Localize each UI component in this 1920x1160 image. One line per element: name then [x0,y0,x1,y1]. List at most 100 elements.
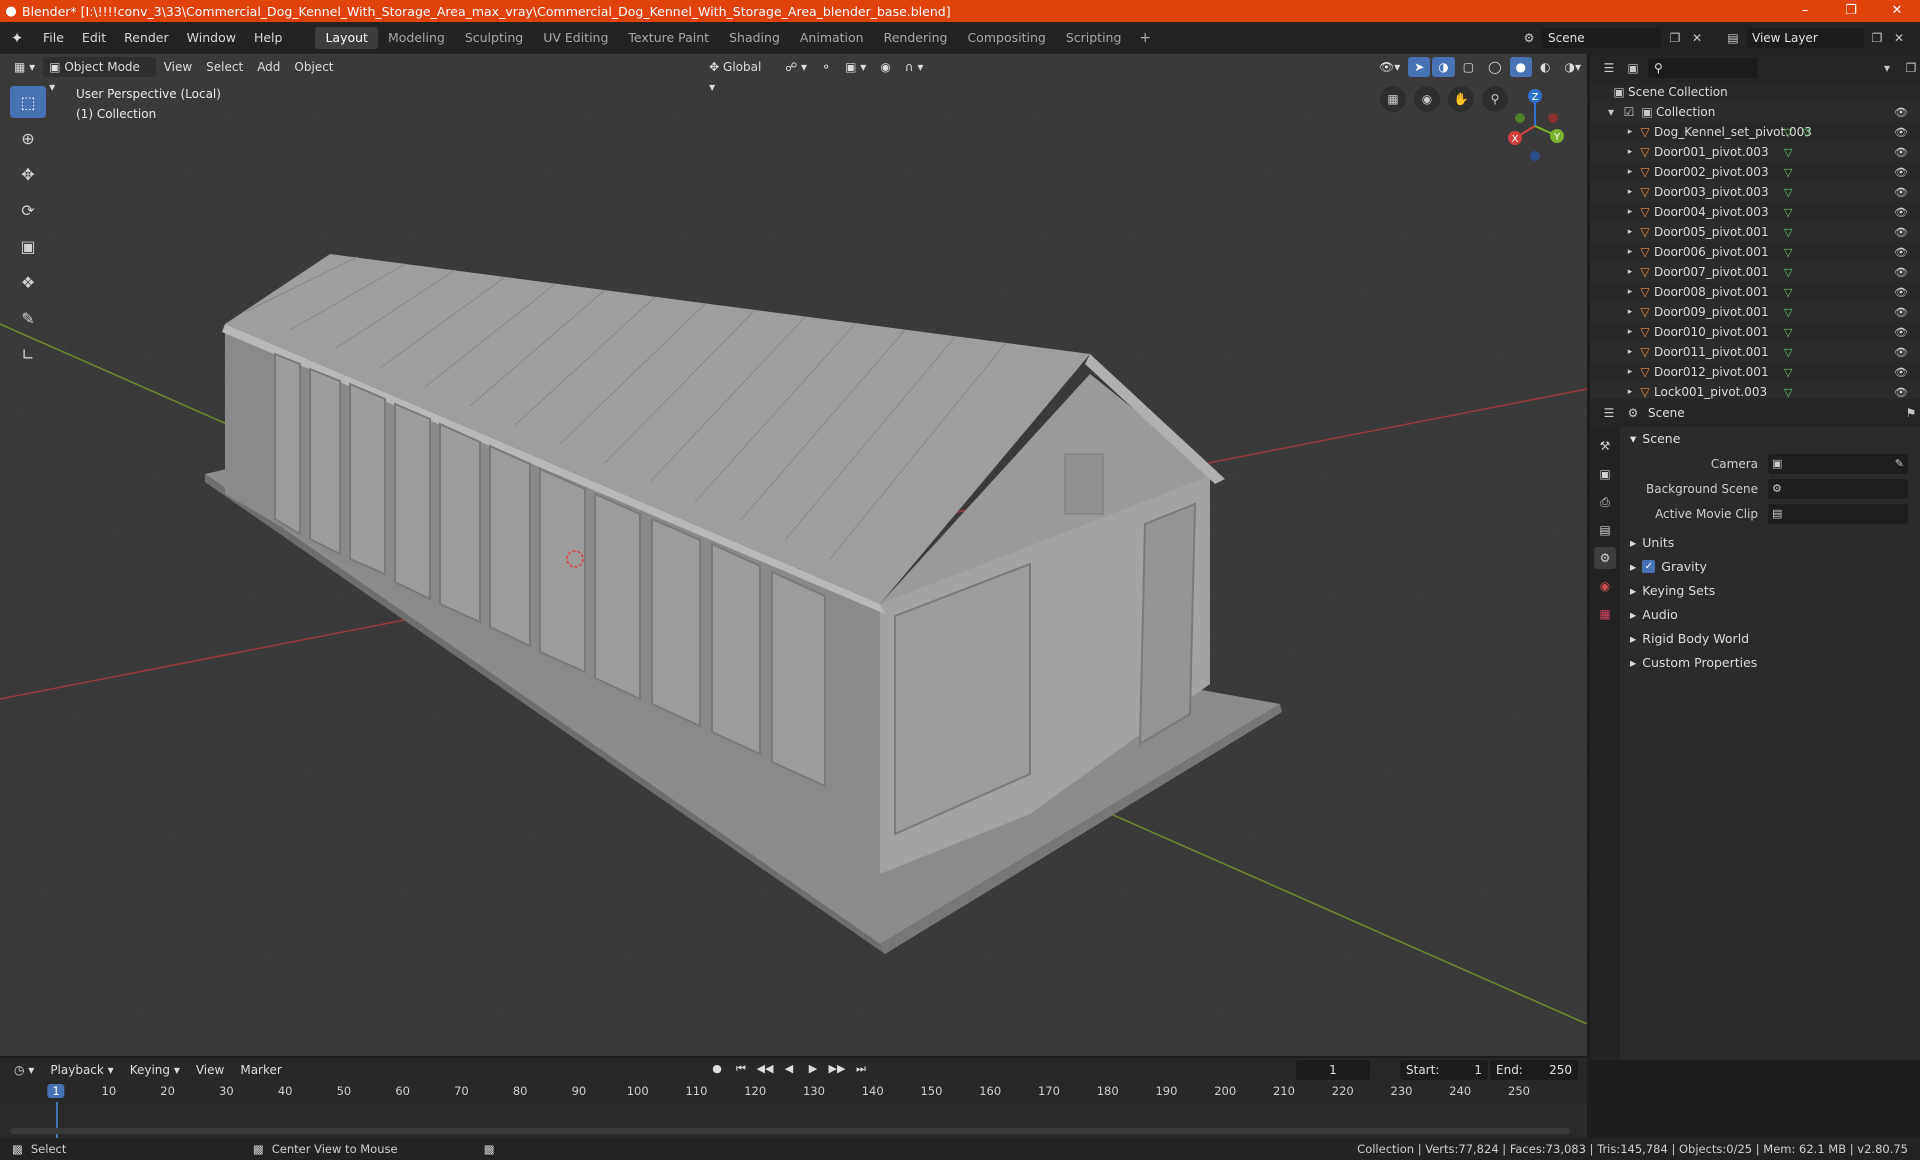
delete-view-layer-icon[interactable]: ✕ [1890,29,1908,47]
menu-help[interactable]: Help [245,22,292,54]
rigid-body-world-panel[interactable]: ▸ Rigid Body World [1620,626,1920,650]
object-visibility-icon[interactable]: 👁 [1894,346,1908,359]
cursor-tool-icon[interactable]: ⊕ [10,122,46,154]
mesh-data-icon[interactable]: ▽ [1784,346,1792,359]
expand-object-icon[interactable]: ▸ [1624,203,1636,221]
minimize-button[interactable]: – [1782,0,1828,22]
view-layer-field[interactable]: View Layer [1746,28,1864,48]
close-button[interactable]: ✕ [1874,0,1920,22]
outliner-object-row[interactable]: ▸ ▽ Door007_pivot.001 ▽ 👁 [1590,262,1920,282]
outliner-object-row[interactable]: ▸ ▽ Door008_pivot.001 ▽ 👁 [1590,282,1920,302]
menu-window[interactable]: Window [178,22,245,54]
expand-object-icon[interactable]: ▸ [1624,223,1636,241]
editor-type-icon[interactable]: ▦ ▾ [8,57,41,77]
viewport-menu-view[interactable]: View [158,57,198,77]
mesh-data-icon[interactable]: ▽ [1784,186,1792,199]
scene-panel-header[interactable]: ▾ Scene [1620,427,1920,451]
tool-tab-icon[interactable]: ⚒ [1594,435,1616,457]
new-view-layer-icon[interactable]: ❐ [1868,29,1886,47]
object-visibility-icon[interactable]: 👁 [1894,166,1908,179]
end-frame-field[interactable]: End: 250 [1490,1060,1578,1080]
object-visibility-icon[interactable]: 👁 [1894,206,1908,219]
scene-tab-icon[interactable]: ⚙ [1594,547,1616,569]
axis-gizmo[interactable]: Z X Y [1495,86,1575,166]
world-tab-icon[interactable]: ◉ [1594,575,1616,597]
outliner-object-row[interactable]: ▸ ▽ Dog_Kennel_set_pivot.003 ▽ ▽ 👁 [1590,122,1920,142]
expand-object-icon[interactable]: ▸ [1624,283,1636,301]
mesh-data-icon[interactable]: ▽ [1784,166,1792,179]
visibility-icon[interactable]: 👁▾ [1373,57,1406,77]
render-tab-icon[interactable]: ▣ [1594,463,1616,485]
output-tab-icon[interactable]: ⎙ [1594,491,1616,513]
expand-object-icon[interactable]: ▸ [1624,183,1636,201]
start-frame-field[interactable]: Start: 1 [1400,1060,1488,1080]
wireframe-shading-icon[interactable]: ◯ [1482,57,1507,77]
collection-visibility-icon[interactable]: 👁 [1894,106,1908,119]
mesh-data-icon[interactable]: ▽ [1802,126,1810,139]
next-keyframe-icon[interactable]: ▶▶ [828,1060,846,1078]
gizmo-toggle-icon[interactable]: ➤ [1408,57,1431,77]
toggle-perspective-icon[interactable]: ▦ [1380,86,1406,112]
prev-keyframe-icon[interactable]: ◀◀ [756,1060,774,1078]
expand-object-icon[interactable]: ▸ [1624,123,1636,141]
transform-orientation-dropdown[interactable]: ✥ Global ▾ [703,57,777,94]
object-visibility-icon[interactable]: 👁 [1894,286,1908,299]
outliner-search-input[interactable]: ⚲ [1648,58,1758,78]
camera-view-icon[interactable]: ◉ [1414,86,1440,112]
view-layer-tab-icon[interactable]: ▤ [1594,519,1616,541]
mesh-data-icon[interactable]: ▽ [1784,306,1792,319]
pan-view-icon[interactable]: ✋ [1448,86,1474,112]
tab-scripting[interactable]: Scripting [1056,27,1132,49]
timeline-menu-playback[interactable]: Playback ▾ [44,1060,119,1080]
outliner-editor-icon[interactable]: ☰ [1600,59,1618,77]
viewport-menu-select[interactable]: Select [200,57,249,77]
audio-panel[interactable]: ▸ Audio [1620,602,1920,626]
expand-object-icon[interactable]: ▸ [1624,163,1636,181]
tab-uv-editing[interactable]: UV Editing [533,27,618,49]
mesh-data-icon[interactable]: ▽ [1784,226,1792,239]
expand-object-icon[interactable]: ▸ [1624,143,1636,161]
object-visibility-icon[interactable]: 👁 [1894,366,1908,379]
menu-edit[interactable]: Edit [73,22,115,54]
mesh-data-icon[interactable]: ▽ [1784,146,1792,159]
transform-tool-icon[interactable]: ❖ [10,266,46,298]
tab-texture-paint[interactable]: Texture Paint [618,27,719,49]
outliner-object-row[interactable]: ▸ ▽ Door005_pivot.001 ▽ 👁 [1590,222,1920,242]
mesh-data-icon[interactable]: ▽ [1784,126,1792,139]
xray-icon[interactable]: ▢ [1457,57,1480,77]
keying-sets-panel[interactable]: ▸ Keying Sets [1620,578,1920,602]
annotate-tool-icon[interactable]: ✎ [10,302,46,334]
tab-modeling[interactable]: Modeling [378,27,455,49]
eyedropper-icon[interactable]: ✎ [1895,457,1908,470]
delete-scene-icon[interactable]: ✕ [1688,29,1706,47]
expand-object-icon[interactable]: ▸ [1624,243,1636,261]
view-layer-icon[interactable]: ▤ [1724,29,1742,47]
display-mode-icon[interactable]: ▣ [1624,59,1642,77]
pin-icon[interactable]: ⚑ [1902,404,1920,422]
3d-viewport[interactable]: ▦ ▾ ▣ Object Mode ▾ View Select Add Obje… [0,54,1587,1056]
pivot-point-icon[interactable]: ☍ ▾ [779,57,813,77]
mesh-data-icon[interactable]: ▽ [1784,246,1792,259]
gravity-checkbox[interactable]: ✓ [1642,559,1656,573]
mesh-data-icon[interactable]: ▽ [1784,366,1792,379]
outliner-object-row[interactable]: ▸ ▽ Door004_pivot.003 ▽ 👁 [1590,202,1920,222]
tab-sculpting[interactable]: Sculpting [455,27,533,49]
move-tool-icon[interactable]: ✥ [10,158,46,190]
menu-render[interactable]: Render [115,22,178,54]
expand-object-icon[interactable]: ▸ [1624,343,1636,361]
mesh-data-icon[interactable]: ▽ [1784,386,1792,399]
timeline-scrollbar[interactable] [10,1128,1570,1134]
camera-field[interactable]: ▣ ✎ [1768,453,1908,474]
tab-layout[interactable]: Layout [315,27,378,49]
mesh-data-icon[interactable]: ▽ [1784,206,1792,219]
outliner-object-row[interactable]: ▸ ▽ Door011_pivot.001 ▽ 👁 [1590,342,1920,362]
viewport-menu-object[interactable]: Object [288,57,339,77]
custom-properties-panel[interactable]: ▸ Custom Properties [1620,650,1920,674]
properties-editor-icon[interactable]: ☰ [1600,404,1618,422]
viewport-scene[interactable] [0,54,1587,1056]
rendered-shading-icon[interactable]: ◑▾ [1559,57,1587,77]
add-workspace-icon[interactable]: + [1131,30,1159,46]
maximize-button[interactable]: ❐ [1828,0,1874,22]
filter-icon[interactable]: ▾ [1878,59,1896,77]
object-visibility-icon[interactable]: 👁 [1894,226,1908,239]
